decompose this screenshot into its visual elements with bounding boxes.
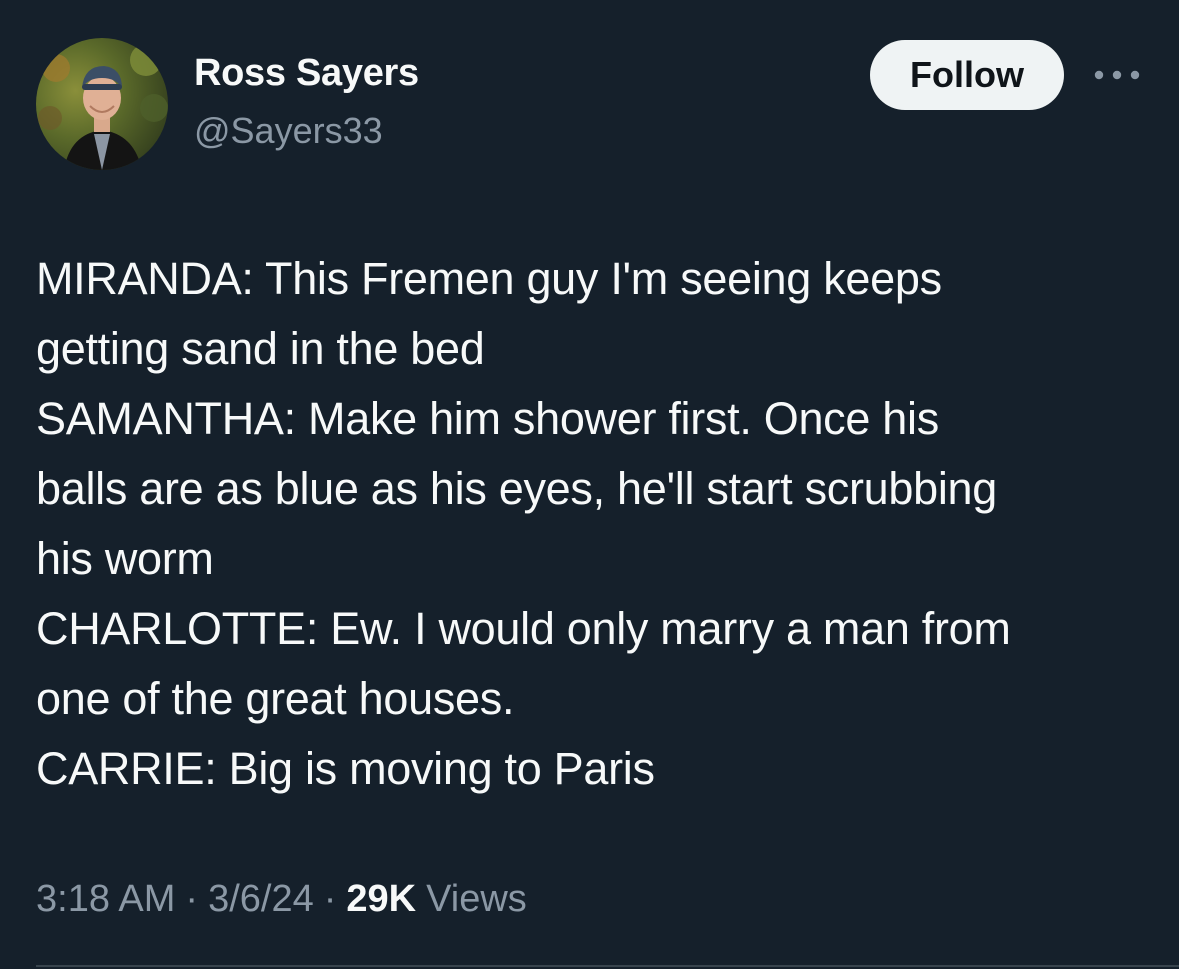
author-avatar[interactable]	[36, 38, 168, 170]
tweet-line: CHARLOTTE: Ew. I would only marry a man …	[36, 603, 1011, 654]
more-options-button[interactable]	[1092, 60, 1142, 90]
tweet-card: Ross Sayers @Sayers33 Follow MIRANDA: Th…	[0, 0, 1179, 969]
author-display-name[interactable]: Ross Sayers	[194, 52, 419, 95]
tweet-line: SAMANTHA: Make him shower first. Once hi…	[36, 393, 939, 444]
tweet-text: MIRANDA: This Fremen guy I'm seeing keep…	[36, 244, 1156, 804]
follow-button[interactable]: Follow	[870, 40, 1064, 110]
divider	[36, 965, 1179, 967]
meta-separator: ·	[185, 878, 199, 920]
avatar-photo-icon	[36, 38, 168, 170]
more-horizontal-icon	[1094, 70, 1140, 80]
tweet-line: balls are as blue as his eyes, he'll sta…	[36, 463, 997, 514]
views-label[interactable]: Views	[426, 878, 527, 921]
tweet-line: getting sand in the bed	[36, 323, 485, 374]
views-count[interactable]: 29K	[346, 878, 416, 921]
tweet-line: one of the great houses.	[36, 673, 515, 724]
meta-separator: ·	[323, 878, 337, 920]
tweet-line: CARRIE: Big is moving to Paris	[36, 743, 655, 794]
tweet-meta: 3:18 AM · 3/6/24 · 29K Views	[36, 878, 527, 921]
tweet-line: his worm	[36, 533, 214, 584]
tweet-time[interactable]: 3:18 AM	[36, 878, 175, 921]
tweet-line: MIRANDA: This Fremen guy I'm seeing keep…	[36, 253, 942, 304]
author-handle[interactable]: @Sayers33	[194, 110, 383, 152]
tweet-date[interactable]: 3/6/24	[208, 878, 314, 921]
